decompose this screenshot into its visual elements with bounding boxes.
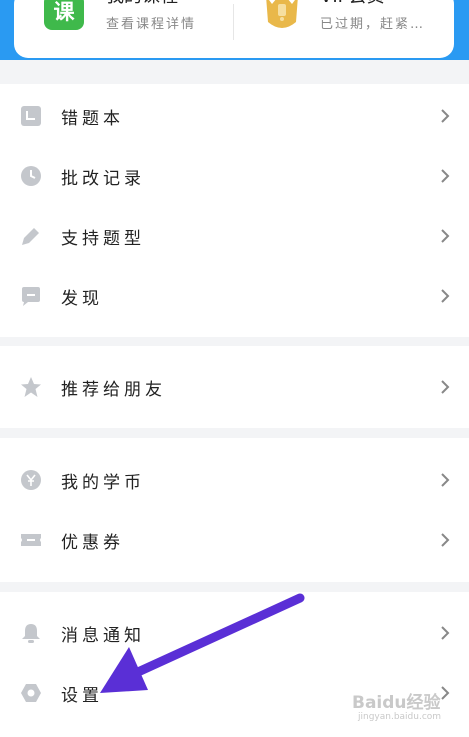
- my-courses-entry[interactable]: 课 我的课程 查看课程详情: [40, 0, 240, 58]
- pencil-icon: [22, 228, 39, 245]
- menu-item-question-types[interactable]: 支持题型: [0, 206, 469, 266]
- menu-item-label: 我的学币: [61, 473, 145, 493]
- my-courses-title: 我的课程: [106, 0, 178, 8]
- menu-item-label: 发现: [61, 289, 103, 309]
- chevron-right-icon: [441, 533, 450, 547]
- menu-item-label: 消息通知: [61, 626, 145, 646]
- menu-item-coupons[interactable]: 优惠券: [0, 510, 469, 570]
- notebook-icon: [21, 106, 41, 126]
- vip-title: VIP会员: [320, 0, 384, 8]
- menu-item-label: 设置: [61, 686, 103, 706]
- menu-item-label: 支持题型: [61, 229, 145, 249]
- course-icon: 课: [44, 0, 84, 30]
- menu-item-label: 优惠券: [61, 533, 124, 553]
- menu-item-notifications[interactable]: 消息通知: [0, 603, 469, 663]
- chevron-right-icon: [441, 380, 450, 394]
- menu-item-label: 错题本: [61, 109, 124, 129]
- menu-item-label: 推荐给朋友: [61, 380, 166, 400]
- card-divider: [233, 4, 234, 40]
- watermark-text: Baidu经验: [352, 693, 441, 713]
- menu-item-label: 批改记录: [61, 169, 145, 189]
- bell-icon: [22, 624, 40, 643]
- chevron-right-icon: [441, 289, 450, 303]
- my-courses-subtitle: 查看课程详情: [106, 17, 197, 32]
- chevron-right-icon: [441, 109, 450, 123]
- chevron-right-icon: [441, 169, 450, 183]
- menu-section-main: 错题本 批改记录 支持题型 发现: [0, 84, 469, 337]
- chevron-right-icon: [441, 229, 450, 243]
- menu-section-wallet: 我的学币 优惠券: [0, 438, 469, 582]
- menu-item-grading-history[interactable]: 批改记录: [0, 146, 469, 206]
- star-icon: [21, 377, 41, 397]
- menu-item-mistakes[interactable]: 错题本: [0, 86, 469, 146]
- chevron-right-icon: [441, 626, 450, 640]
- menu-item-discover[interactable]: 发现: [0, 266, 469, 326]
- chat-icon: [22, 287, 40, 306]
- menu-item-my-coins[interactable]: 我的学币: [0, 450, 469, 510]
- chevron-right-icon: [441, 473, 450, 487]
- watermark-subtext: jingyan.baidu.com: [358, 712, 442, 722]
- vip-subtitle: 已过期，赶紧…: [320, 17, 426, 32]
- menu-item-recommend[interactable]: 推荐给朋友: [0, 357, 469, 417]
- vip-entry[interactable]: VIP会员 已过期，赶紧…: [258, 0, 458, 58]
- ticket-icon: [21, 534, 41, 546]
- vip-badge-icon: [266, 0, 298, 28]
- watermark: Baidu经验 jingyan.baidu.com: [352, 684, 464, 732]
- coin-icon: [21, 470, 41, 490]
- menu-section-share: 推荐给朋友: [0, 346, 469, 428]
- top-card: 课 我的课程 查看课程详情 VIP会员 已过期，赶紧…: [14, 0, 454, 58]
- clock-icon: [21, 166, 41, 186]
- settings-icon: [21, 684, 41, 702]
